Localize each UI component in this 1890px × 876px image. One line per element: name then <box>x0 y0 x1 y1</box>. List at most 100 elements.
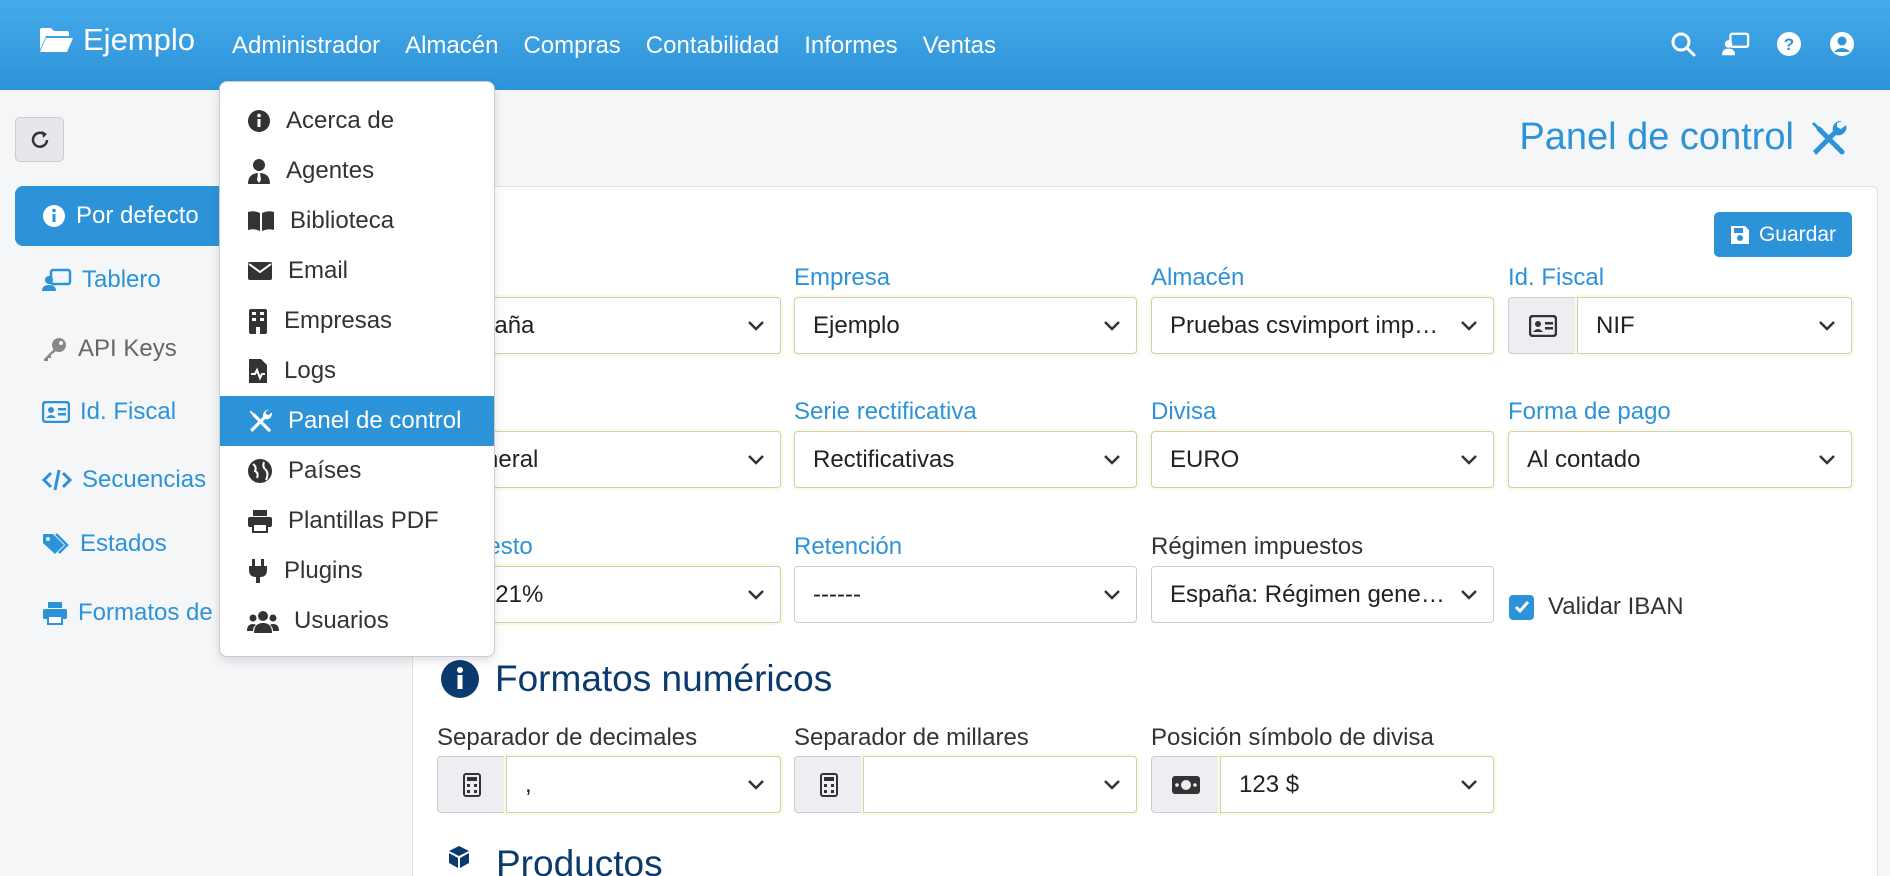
menu-item-label: Acerca de <box>286 107 395 134</box>
serie-rect-select[interactable]: Rectificativas <box>794 431 1137 488</box>
menu-item-agentes[interactable]: Agentes <box>220 146 494 196</box>
chevron-down-icon <box>732 589 780 601</box>
tools-icon <box>1812 120 1847 155</box>
numeric-formats-title-text: Formatos numéricos <box>495 658 833 699</box>
save-button[interactable]: Guardar <box>1714 212 1852 257</box>
menu-ventas[interactable]: Ventas <box>923 32 996 60</box>
empresa-label: Empresa <box>794 264 891 291</box>
divisa-label: Divisa <box>1151 398 1217 425</box>
refresh-icon <box>31 130 48 148</box>
menu-item-panel-de-control[interactable]: Panel de control <box>220 396 494 446</box>
info-circle-icon <box>43 205 65 227</box>
empresa-select[interactable]: Ejemplo <box>794 297 1137 354</box>
divisa-value: EURO <box>1170 445 1240 473</box>
chevron-down-icon <box>1088 454 1136 466</box>
chevron-down-icon <box>1088 320 1136 332</box>
user-tie-icon <box>248 159 270 184</box>
sidebar-item-label: Tablero <box>82 266 161 293</box>
sidebar-item-label: Por defecto <box>76 202 199 229</box>
help-icon[interactable]: ? <box>1775 30 1803 58</box>
menu-administrador[interactable]: Administrador <box>232 32 380 60</box>
posicion-label: Posición símbolo de divisa <box>1151 724 1434 751</box>
serie-rect-label: Serie rectificativa <box>794 398 977 425</box>
page-title: Panel de control <box>1519 116 1848 159</box>
products-title-text: Productos <box>496 843 663 876</box>
folder-open-icon <box>40 28 73 52</box>
chevron-down-icon <box>1088 589 1136 601</box>
menu-item-plugins[interactable]: Plugins <box>220 546 494 596</box>
sidebar-item-label: Estados <box>80 530 167 557</box>
info-circle-icon <box>248 110 270 132</box>
admin-dropdown-menu: Acerca de Agentes Biblioteca Email Empre… <box>219 81 495 657</box>
user-circle-icon[interactable] <box>1828 30 1856 58</box>
menu-item-biblioteca[interactable]: Biblioteca <box>220 196 494 246</box>
forma-pago-select[interactable]: Al contado <box>1508 431 1852 488</box>
save-icon <box>1730 225 1749 244</box>
chevron-down-icon <box>732 779 780 791</box>
almacen-select[interactable]: Pruebas csvimport importacion <box>1151 297 1494 354</box>
menu-item-label: Logs <box>284 357 337 384</box>
decimal-label: Separador de decimales <box>437 724 698 751</box>
menu-item-label: Biblioteca <box>290 207 395 234</box>
id-card-icon <box>1529 314 1557 337</box>
svg-text:?: ? <box>1784 35 1794 54</box>
reload-button[interactable] <box>15 117 64 162</box>
money-bill-icon <box>1172 775 1200 794</box>
search-icon[interactable] <box>1669 30 1697 58</box>
miles-select[interactable] <box>863 756 1137 813</box>
menu-item-empresas[interactable]: Empresas <box>220 296 494 346</box>
building-icon <box>249 309 267 334</box>
menu-item-label: Usuarios <box>294 607 389 634</box>
posicion-select[interactable]: 123 $ <box>1220 756 1494 813</box>
decimal-select[interactable]: , <box>506 756 781 813</box>
regimen-select[interactable]: España: Régimen general <box>1151 566 1494 623</box>
sidebar-item-label: Id. Fiscal <box>80 398 177 425</box>
chevron-down-icon <box>1088 779 1136 791</box>
retencion-select[interactable]: ------ <box>794 566 1137 623</box>
almacen-label: Almacén <box>1151 264 1245 291</box>
menu-item-label: Panel de control <box>288 407 462 434</box>
products-title: Productos <box>437 843 663 876</box>
menu-almacen[interactable]: Almacén <box>405 32 498 60</box>
idfiscal-value: NIF <box>1596 311 1635 339</box>
sidebar-item-label: Formatos de <box>78 599 213 626</box>
menu-item-usuarios[interactable]: Usuarios <box>220 596 494 646</box>
chevron-down-icon <box>1803 320 1851 332</box>
plug-icon <box>249 559 267 583</box>
menu-compras[interactable]: Compras <box>523 32 620 60</box>
forma-pago-value: Al contado <box>1527 445 1641 473</box>
validar-iban-label: Validar IBAN <box>1548 593 1684 620</box>
brand-name: Ejemplo <box>83 22 195 57</box>
miles-label: Separador de millares <box>794 724 1029 751</box>
menu-item-logs[interactable]: Logs <box>220 346 494 396</box>
divisa-select[interactable]: EURO <box>1151 431 1494 488</box>
menu-informes[interactable]: Informes <box>804 32 897 60</box>
code-icon <box>42 469 72 491</box>
posicion-addon <box>1151 756 1221 813</box>
cubes-icon <box>449 846 469 868</box>
chevron-down-icon <box>1445 779 1493 791</box>
menu-item-email[interactable]: Email <box>220 246 494 296</box>
miles-addon <box>794 756 864 813</box>
validar-iban-checkbox[interactable]: Validar IBAN <box>1509 593 1684 621</box>
main-menu: Administrador Almacén Compras Contabilid… <box>232 32 1021 60</box>
user-screen-icon[interactable] <box>1722 30 1750 58</box>
menu-item-label: Plantillas PDF <box>288 507 439 534</box>
brand[interactable]: Ejemplo <box>38 22 195 58</box>
print-icon <box>43 602 67 625</box>
menu-item-acerca-de[interactable]: Acerca de <box>220 96 494 146</box>
idfiscal-select[interactable]: NIF <box>1577 297 1852 354</box>
book-open-icon <box>248 211 274 231</box>
decimal-value: , <box>525 770 532 798</box>
file-waveform-icon <box>249 359 267 383</box>
chevron-down-icon <box>732 454 780 466</box>
almacen-value: Pruebas csvimport importacion <box>1170 311 1445 339</box>
calculator-icon <box>820 772 838 797</box>
top-navbar: Ejemplo Administrador Almacén Compras Co… <box>0 0 1890 90</box>
key-icon <box>44 338 66 361</box>
menu-item-paises[interactable]: Países <box>220 446 494 496</box>
info-circle-icon <box>441 660 479 698</box>
menu-item-plantillas-pdf[interactable]: Plantillas PDF <box>220 496 494 546</box>
menu-contabilidad[interactable]: Contabilidad <box>646 32 779 60</box>
chevron-down-icon <box>1445 454 1493 466</box>
